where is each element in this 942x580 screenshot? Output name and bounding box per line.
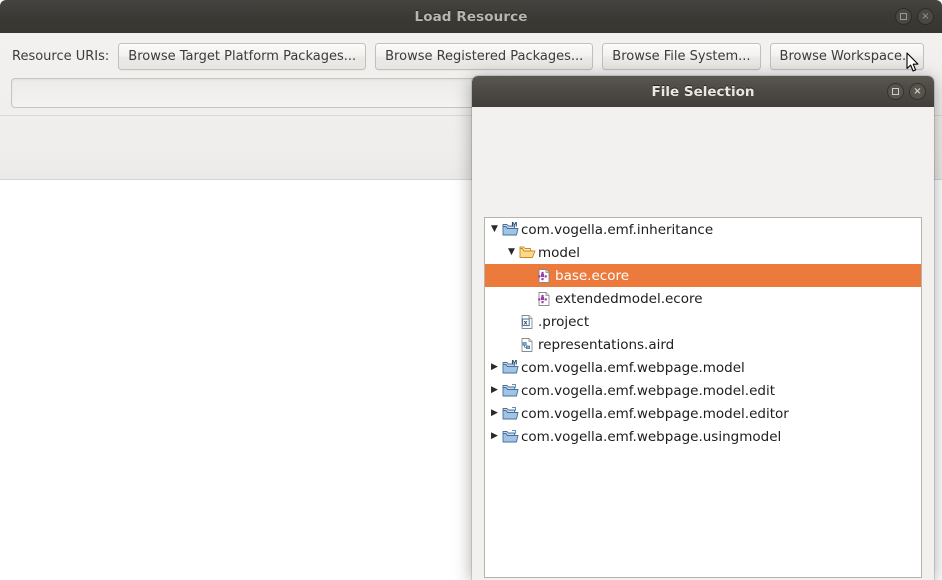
file-selection-title: File Selection <box>651 83 755 100</box>
chevron-down-icon[interactable]: ▼ <box>505 248 518 257</box>
chevron-right-icon[interactable]: ▶ <box>488 432 501 441</box>
browse-workspace-button[interactable]: Browse Workspace... <box>769 42 925 70</box>
chevron-right-icon[interactable]: ▶ <box>488 386 501 395</box>
tree-row[interactable]: ▶ com.vogella.emf.webpage.model.edit <box>485 379 921 402</box>
tree-row-label: representations.aird <box>538 336 675 353</box>
tree-row[interactable]: base.ecore <box>485 264 921 287</box>
tree-row[interactable]: extendedmodel.ecore <box>485 287 921 310</box>
tree-row[interactable]: ▼ Mcom.vogella.emf.inheritance <box>485 218 921 241</box>
tree-row-label: model <box>538 244 581 261</box>
project-folder-icon: M <box>501 360 519 376</box>
tree-row[interactable]: representations.aird <box>485 333 921 356</box>
aird-file-icon <box>518 337 536 353</box>
resource-uris-label: Resource URIs: <box>12 48 110 64</box>
tree-row[interactable]: x .project <box>485 310 921 333</box>
ecore-file-icon <box>535 291 553 307</box>
tree-row-label: base.ecore <box>555 267 630 284</box>
maximize-icon[interactable] <box>895 8 912 25</box>
browse-file-system-button[interactable]: Browse File System... <box>602 42 761 70</box>
ecore-file-icon <box>535 268 553 284</box>
browse-button-group: Browse Target Platform Packages... Brows… <box>118 42 925 70</box>
tree-row[interactable]: ▼ model <box>485 241 921 264</box>
browse-target-platform-packages-button[interactable]: Browse Target Platform Packages... <box>118 42 367 70</box>
tree-row-label: extendedmodel.ecore <box>555 290 703 307</box>
tree-row-label: com.vogella.emf.webpage.usingmodel <box>521 428 782 445</box>
load-resource-titlebar: Load Resource × <box>0 0 942 33</box>
file-selection-window-controls: × <box>887 83 926 100</box>
chevron-down-icon[interactable]: ▼ <box>488 225 501 234</box>
project-folder-icon: M <box>501 222 519 238</box>
resource-uris-row: Resource URIs: Browse Target Platform Pa… <box>0 42 942 70</box>
project-folder-plain-icon <box>501 406 519 422</box>
tree-row-label: com.vogella.emf.webpage.model.edit <box>521 382 776 399</box>
tree-row-label: com.vogella.emf.webpage.model <box>521 359 745 376</box>
tree-row[interactable]: ▶ Mcom.vogella.emf.webpage.model <box>485 356 921 379</box>
file-selection-body: ▼ Mcom.vogella.emf.inheritance ▼ model base.… <box>472 107 934 580</box>
chevron-right-icon[interactable]: ▶ <box>488 363 501 372</box>
xml-file-icon: x <box>518 314 536 330</box>
chevron-right-icon[interactable]: ▶ <box>488 409 501 418</box>
project-folder-plain-icon <box>501 429 519 445</box>
maximize-icon[interactable] <box>887 83 904 100</box>
svg-text:M: M <box>511 360 517 367</box>
close-icon[interactable]: × <box>917 8 934 25</box>
file-selection-dialog: File Selection × ▼ Mcom.vogella.emf.inher… <box>472 76 934 580</box>
tree-row-label: .project <box>538 313 590 330</box>
file-tree-rows: ▼ Mcom.vogella.emf.inheritance ▼ model base.… <box>485 218 921 448</box>
screen: Load Resource × Resource URIs: Browse Ta… <box>0 0 942 580</box>
tree-row[interactable]: ▶ com.vogella.emf.webpage.model.editor <box>485 402 921 425</box>
open-folder-icon <box>518 245 536 261</box>
close-icon[interactable]: × <box>909 83 926 100</box>
file-tree[interactable]: ▼ Mcom.vogella.emf.inheritance ▼ model base.… <box>484 217 922 578</box>
load-resource-title: Load Resource <box>414 8 528 25</box>
svg-text:x: x <box>524 319 528 326</box>
file-selection-titlebar: File Selection × <box>472 76 934 107</box>
tree-row-label: com.vogella.emf.inheritance <box>521 221 714 238</box>
tree-row-label: com.vogella.emf.webpage.model.editor <box>521 405 789 422</box>
svg-text:M: M <box>511 222 517 229</box>
load-resource-window-controls: × <box>895 8 934 25</box>
project-folder-plain-icon <box>501 383 519 399</box>
browse-registered-packages-button[interactable]: Browse Registered Packages... <box>375 42 594 70</box>
tree-row[interactable]: ▶ com.vogella.emf.webpage.usingmodel <box>485 425 921 448</box>
